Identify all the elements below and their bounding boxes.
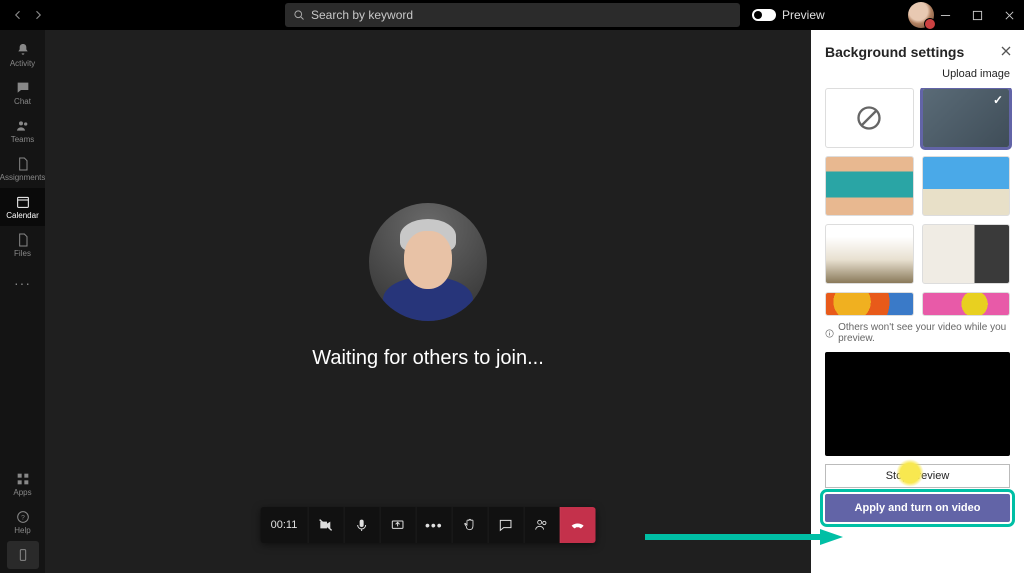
rail-label: Assignments bbox=[0, 173, 45, 182]
meeting-status-text: Waiting for others to join... bbox=[312, 347, 544, 370]
window-close[interactable] bbox=[1000, 6, 1018, 24]
background-grid bbox=[811, 88, 1024, 316]
upload-image-link[interactable]: Upload image bbox=[811, 68, 1024, 88]
rail-files[interactable]: Files bbox=[0, 226, 45, 264]
app-rail: Activity Chat Teams Assignments Calendar… bbox=[0, 30, 45, 573]
rail-label: Files bbox=[14, 249, 31, 258]
search-placeholder: Search by keyword bbox=[311, 8, 413, 22]
share-button[interactable] bbox=[379, 507, 415, 543]
search-input[interactable]: Search by keyword bbox=[285, 3, 740, 27]
rail-label: Help bbox=[14, 526, 30, 535]
titlebar: Search by keyword Preview bbox=[0, 0, 1024, 30]
more-icon: ··· bbox=[14, 275, 31, 291]
hangup-button[interactable] bbox=[559, 507, 595, 543]
rail-teams[interactable]: Teams bbox=[0, 112, 45, 150]
rail-device[interactable] bbox=[7, 541, 39, 569]
rail-assignments[interactable]: Assignments bbox=[0, 150, 45, 188]
info-icon bbox=[825, 328, 834, 339]
window-maximize[interactable] bbox=[968, 6, 986, 24]
rail-apps[interactable]: Apps bbox=[0, 465, 45, 503]
call-timer: 00:11 bbox=[261, 507, 308, 543]
more-actions-button[interactable]: ••• bbox=[415, 507, 451, 543]
ellipsis-icon: ••• bbox=[425, 517, 443, 533]
info-text: Others won't see your video while you pr… bbox=[838, 322, 1010, 344]
bg-option-none[interactable] bbox=[825, 88, 914, 148]
video-preview bbox=[825, 352, 1010, 456]
mic-button[interactable] bbox=[343, 507, 379, 543]
chat-button[interactable] bbox=[487, 507, 523, 543]
bg-option-image[interactable] bbox=[922, 292, 1011, 316]
apply-turn-on-video-button[interactable]: Apply and turn on video bbox=[825, 494, 1010, 522]
meeting-stage: Waiting for others to join... 00:11 ••• bbox=[45, 30, 811, 573]
background-settings-panel: Background settings Upload image bbox=[811, 30, 1024, 573]
raise-hand-button[interactable] bbox=[451, 507, 487, 543]
apply-label: Apply and turn on video bbox=[855, 502, 981, 514]
bg-option-image[interactable] bbox=[825, 224, 914, 284]
window-minimize[interactable] bbox=[936, 6, 954, 24]
svg-text:?: ? bbox=[21, 515, 25, 522]
preview-label: Preview bbox=[782, 8, 825, 22]
camera-button[interactable] bbox=[307, 507, 343, 543]
bg-option-image[interactable] bbox=[825, 292, 914, 316]
rail-label: Chat bbox=[14, 97, 31, 106]
call-toolbar: 00:11 ••• bbox=[261, 507, 596, 543]
bg-option-image[interactable] bbox=[825, 156, 914, 216]
rail-label: Apps bbox=[13, 488, 31, 497]
nav-forward[interactable] bbox=[30, 7, 46, 23]
stop-preview-button[interactable]: Stop preview bbox=[825, 464, 1010, 488]
nav-back[interactable] bbox=[10, 7, 26, 23]
panel-title: Background settings bbox=[825, 44, 964, 60]
bg-option-image[interactable] bbox=[922, 156, 1011, 216]
rail-label: Calendar bbox=[6, 211, 38, 220]
panel-close-button[interactable] bbox=[1000, 44, 1012, 60]
rail-chat[interactable]: Chat bbox=[0, 74, 45, 112]
profile-avatar[interactable] bbox=[908, 2, 934, 28]
rail-more[interactable]: ··· bbox=[0, 264, 45, 302]
rail-help[interactable]: ? Help bbox=[0, 503, 45, 541]
preview-toggle[interactable]: Preview bbox=[752, 8, 825, 22]
participant-avatar bbox=[369, 203, 487, 321]
rail-activity[interactable]: Activity bbox=[0, 36, 45, 74]
bg-option-image[interactable] bbox=[922, 224, 1011, 284]
participants-button[interactable] bbox=[523, 507, 559, 543]
rail-label: Activity bbox=[10, 59, 35, 68]
rail-label: Teams bbox=[11, 135, 35, 144]
stop-preview-label: Stop preview bbox=[886, 470, 950, 482]
toggle-switch-icon bbox=[752, 9, 776, 21]
prohibit-icon bbox=[855, 104, 883, 132]
bg-option-blur[interactable] bbox=[922, 88, 1011, 148]
rail-calendar[interactable]: Calendar bbox=[0, 188, 45, 226]
preview-info: Others won't see your video while you pr… bbox=[811, 316, 1024, 348]
